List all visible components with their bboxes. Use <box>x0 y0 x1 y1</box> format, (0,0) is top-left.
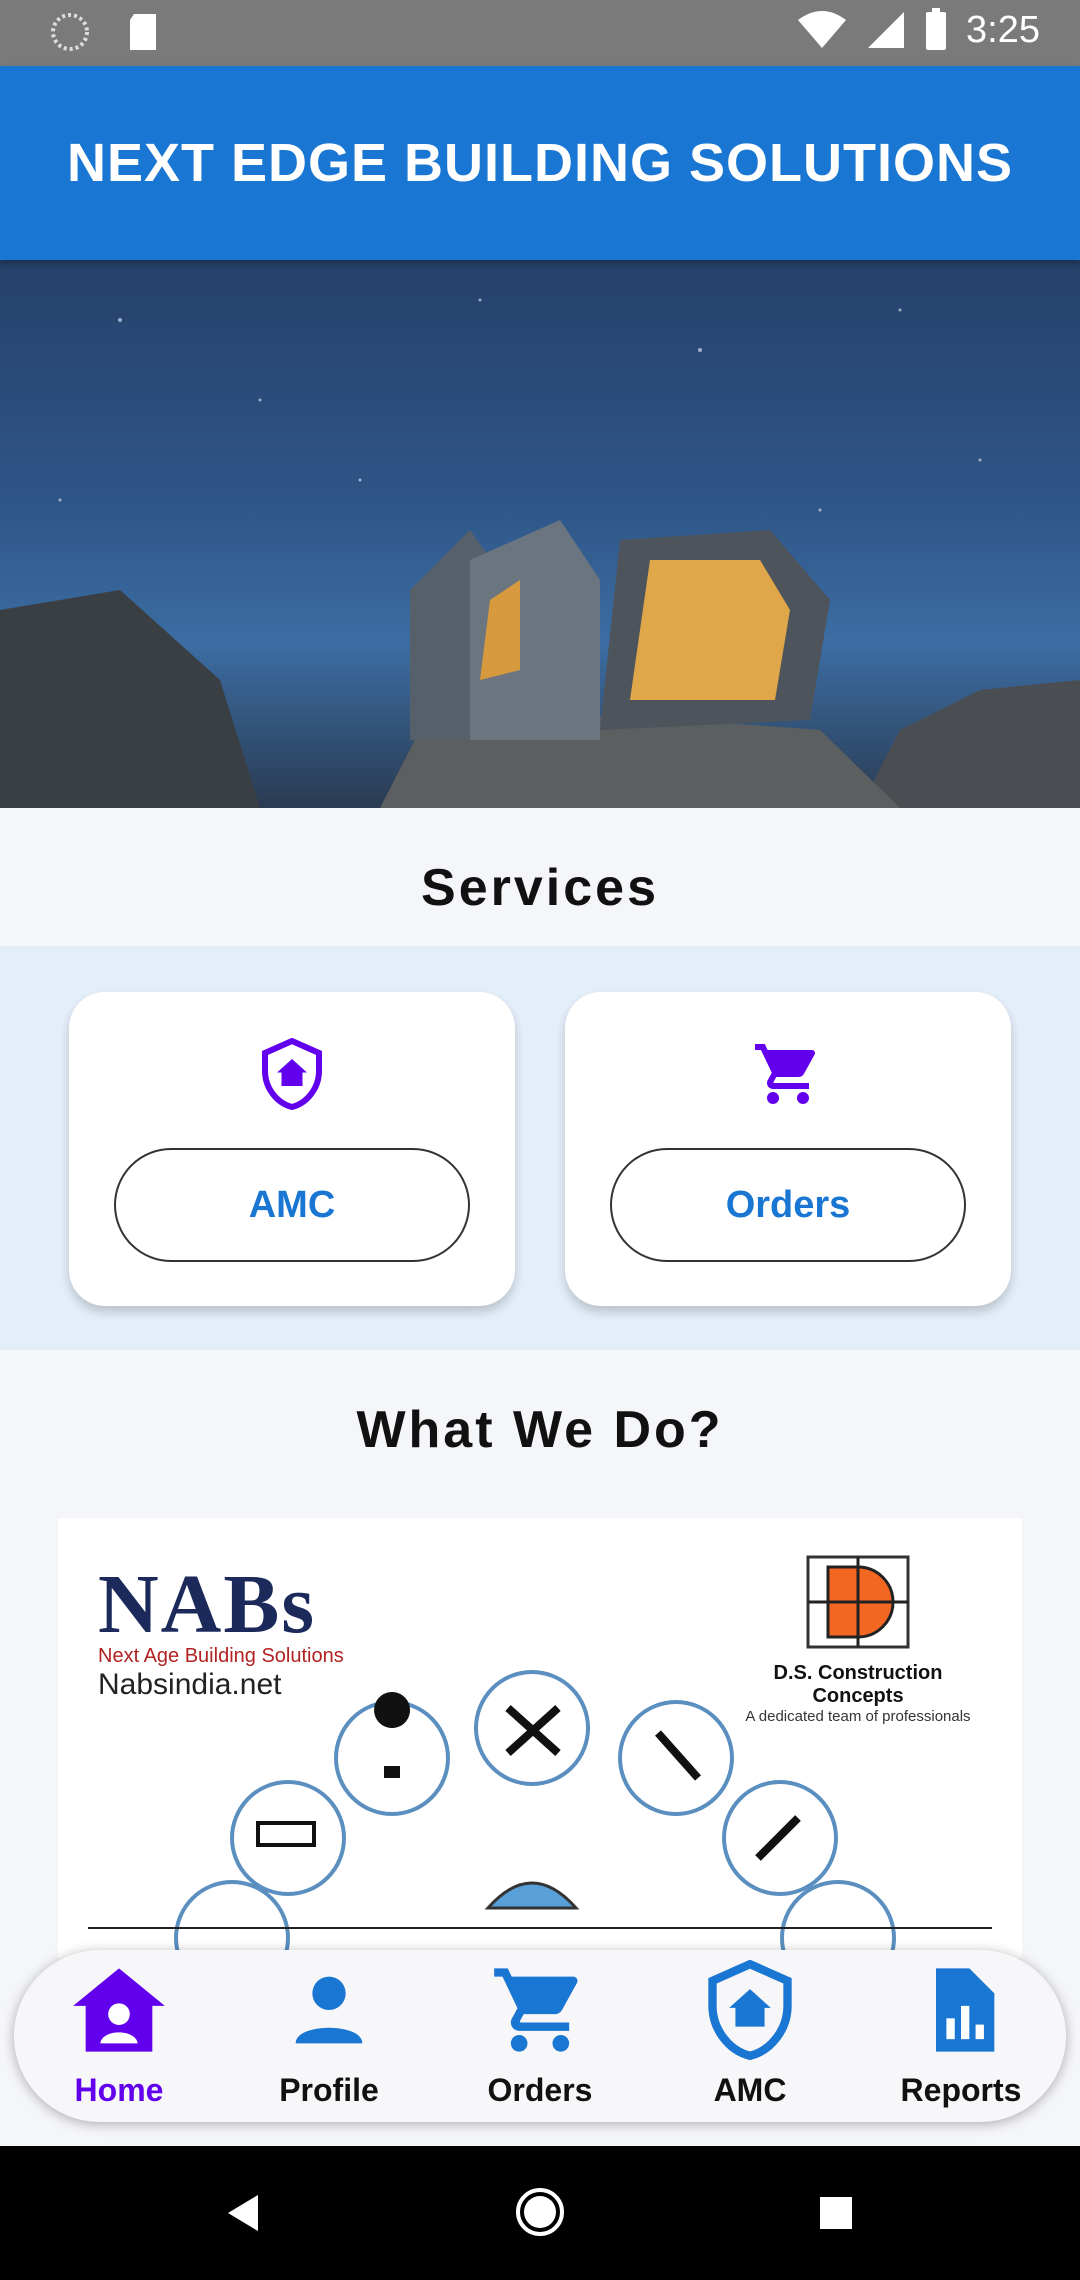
home-icon <box>73 1968 165 2052</box>
service-card-orders: Orders <box>565 992 1011 1306</box>
app-title: NEXT EDGE BUILDING SOLUTIONS <box>66 133 1014 193</box>
hero-image <box>0 260 1080 808</box>
nav-item-profile[interactable]: Profile <box>224 1950 434 2122</box>
recents-icon[interactable] <box>816 2193 856 2233</box>
battery-icon <box>926 8 947 50</box>
status-bar: 3:25 <box>0 0 1080 66</box>
nav-label-orders: Orders <box>487 2072 593 2108</box>
orders-button[interactable]: Orders <box>610 1148 966 1262</box>
nav-item-reports[interactable]: Reports <box>856 1950 1066 2122</box>
sd-card-icon <box>130 14 156 50</box>
nav-item-home[interactable]: Home <box>14 1950 224 2122</box>
app-bar: NEXT EDGE BUILDING SOLUTIONS <box>0 66 1080 260</box>
person-icon <box>295 1976 363 2044</box>
cart-icon <box>494 1968 578 2052</box>
nav-label-amc: AMC <box>713 2072 787 2108</box>
shield-home-icon <box>708 1960 792 2060</box>
status-time: 3:25 <box>966 8 1040 51</box>
bottom-nav: Home Profile Orders AMC Reports <box>14 1950 1066 2122</box>
nav-label-home: Home <box>74 2072 164 2108</box>
wifi-icon <box>798 11 847 48</box>
service-card-amc: AMC <box>69 992 515 1306</box>
nav-item-orders[interactable]: Orders <box>435 1950 645 2122</box>
shield-home-icon <box>262 1038 322 1110</box>
amc-button[interactable]: AMC <box>114 1148 470 1262</box>
nav-label-profile: Profile <box>279 2072 379 2108</box>
home-button-icon[interactable] <box>514 2186 566 2238</box>
back-icon[interactable] <box>224 2191 264 2235</box>
report-icon <box>936 1968 995 2052</box>
what-we-do-title: What We Do? <box>356 1401 724 1459</box>
nav-item-amc[interactable]: AMC <box>645 1950 855 2122</box>
system-nav-bar <box>0 2146 1080 2280</box>
cart-icon <box>755 1044 816 1104</box>
nav-label-reports: Reports <box>900 2072 1022 2108</box>
services-title: Services <box>421 859 659 917</box>
service-icons-illustration <box>88 1670 992 1958</box>
what-we-do-image: NABs Next Age Building Solutions Nabsind… <box>58 1518 1022 1958</box>
signal-icon <box>868 12 905 48</box>
sync-icon <box>51 13 89 51</box>
